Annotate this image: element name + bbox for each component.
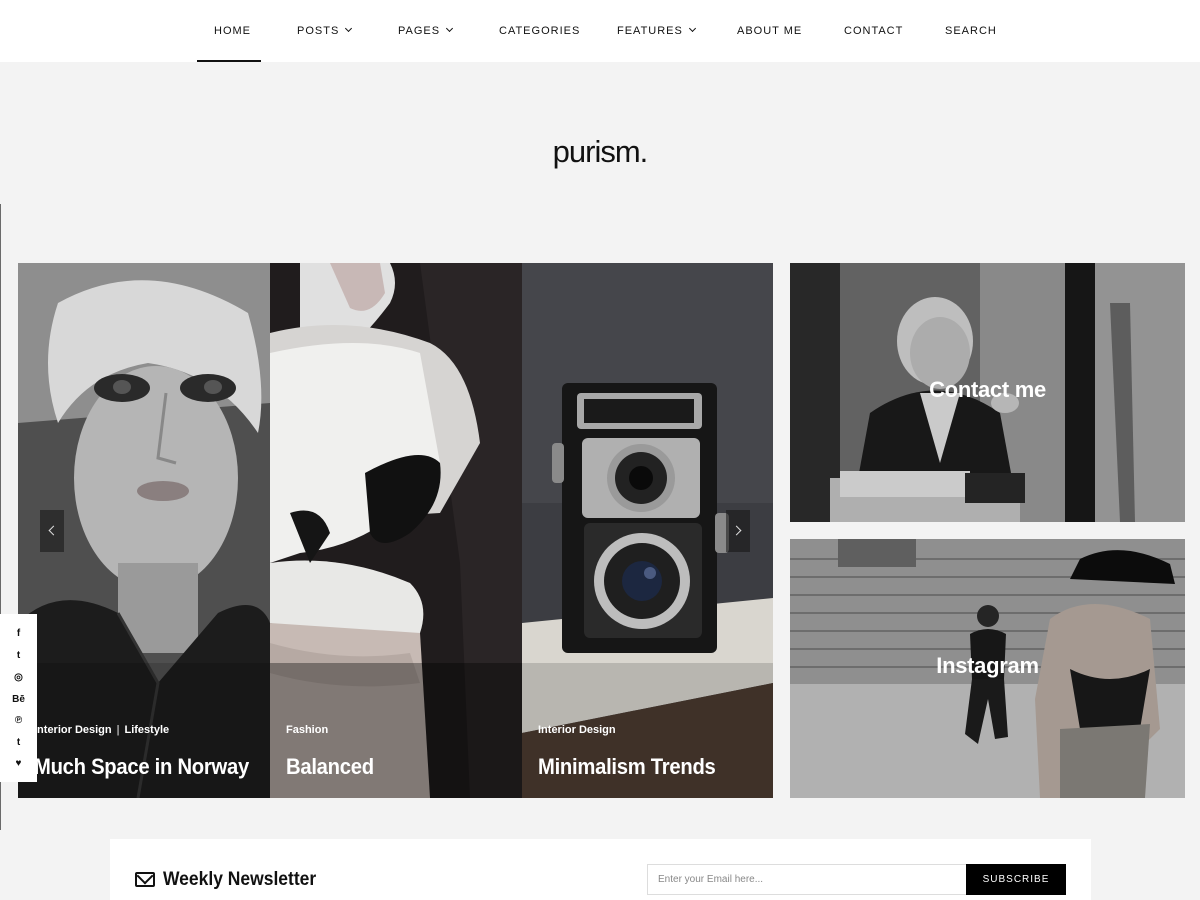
category-link[interactable]: Lifestyle: [124, 724, 169, 736]
tumblr-icon[interactable]: t: [0, 732, 37, 754]
nav-search[interactable]: SEARCH: [945, 0, 997, 62]
chevron-down-icon: [688, 24, 696, 33]
feature-contact-me[interactable]: Contact me: [790, 263, 1185, 522]
pinterest-icon[interactable]: ℗: [0, 710, 37, 732]
nav-home[interactable]: HOME: [214, 0, 251, 62]
slide-3-title[interactable]: Minimalism Trends: [538, 754, 716, 780]
newsletter-title: Weekly Newsletter: [163, 869, 317, 890]
chevron-right-icon: [731, 525, 742, 536]
active-nav-indicator: [197, 60, 261, 62]
nav-about-me-label: ABOUT ME: [737, 25, 803, 37]
feature-instagram[interactable]: Instagram: [790, 539, 1185, 798]
featured-slider: Interior Design | Lifestyle Much Space in …: [18, 263, 773, 798]
envelope-icon: [135, 872, 155, 887]
slider-prev-button[interactable]: [40, 510, 64, 552]
slider-next-button[interactable]: [726, 510, 750, 552]
heart-icon[interactable]: ♥: [0, 753, 37, 775]
nav-pages-label: PAGES: [398, 25, 441, 37]
nav-features-label: FEATURES: [617, 25, 683, 37]
nav-home-label: HOME: [214, 25, 251, 37]
facebook-icon[interactable]: f: [0, 623, 37, 645]
slide-1-categories: Interior Design | Lifestyle: [34, 724, 169, 736]
instagram-icon[interactable]: ◎: [0, 667, 37, 689]
nav-contact-label: CONTACT: [844, 25, 904, 37]
nav-features[interactable]: FEATURES: [617, 0, 696, 62]
twitter-icon[interactable]: t: [0, 645, 37, 667]
nav-about-me[interactable]: ABOUT ME: [737, 0, 802, 62]
site-logo[interactable]: purism.: [0, 134, 1200, 170]
slide-2-categories: Fashion: [286, 724, 328, 736]
category-link[interactable]: Fashion: [286, 724, 328, 736]
slide-2-image: [270, 263, 522, 798]
social-sidebar: f t ◎ Bē ℗ t ♥: [0, 614, 37, 782]
slide-2-title[interactable]: Balanced: [286, 754, 374, 780]
slide-3-categories: Interior Design: [538, 724, 616, 736]
feature-instagram-label: Instagram: [936, 653, 1039, 678]
category-link[interactable]: Interior Design: [538, 724, 616, 736]
nav-search-label: SEARCH: [945, 25, 997, 37]
slide-1-title[interactable]: Much Space in Norway: [34, 754, 249, 780]
nav-posts-label: POSTS: [297, 25, 340, 37]
behance-icon[interactable]: Bē: [0, 689, 37, 711]
nav-posts[interactable]: POSTS: [297, 0, 353, 62]
newsletter-email-input[interactable]: [647, 864, 967, 895]
nav-categories[interactable]: CATEGORIES: [499, 0, 580, 62]
subscribe-button[interactable]: SUBSCRIBE: [966, 864, 1066, 895]
category-link[interactable]: Interior Design: [34, 724, 112, 736]
nav-pages[interactable]: PAGES: [398, 0, 454, 62]
chevron-down-icon: [446, 24, 454, 33]
nav-contact[interactable]: CONTACT: [844, 0, 903, 62]
newsletter-section: Weekly Newsletter SUBSCRIBE: [110, 839, 1091, 900]
category-separator: |: [116, 724, 120, 736]
nav-categories-label: CATEGORIES: [499, 25, 581, 37]
main-navigation: HOME POSTS PAGES CATEGORIES FEATURES ABO…: [0, 0, 1200, 62]
chevron-down-icon: [345, 24, 353, 33]
slide-2[interactable]: Fashion Balanced: [270, 263, 522, 798]
chevron-left-icon: [48, 525, 59, 536]
feature-contact-label: Contact me: [929, 377, 1046, 402]
